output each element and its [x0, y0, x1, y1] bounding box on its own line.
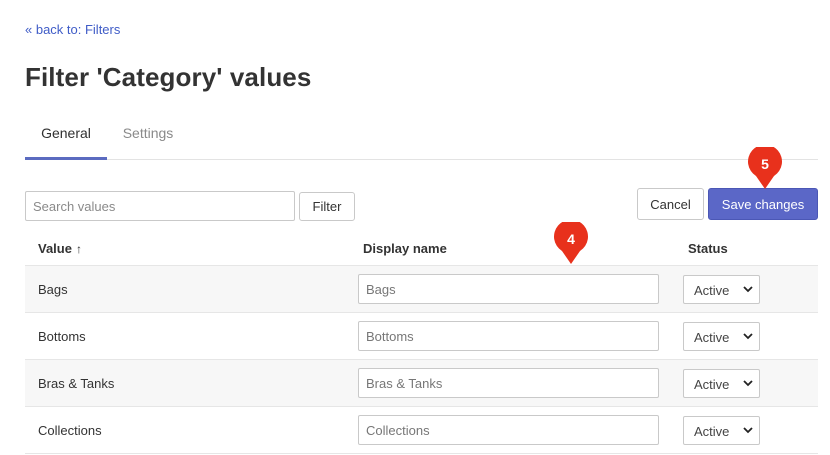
- status-select[interactable]: Active: [683, 369, 760, 398]
- save-changes-button[interactable]: Save changes: [708, 188, 818, 220]
- display-name-input[interactable]: [358, 321, 659, 351]
- display-name-input[interactable]: [358, 274, 659, 304]
- display-name-input[interactable]: [358, 415, 659, 445]
- tab-general[interactable]: General: [25, 112, 107, 160]
- value-cell: Bras & Tanks: [38, 376, 115, 391]
- status-select-value: Active: [694, 283, 730, 298]
- tab-settings[interactable]: Settings: [107, 112, 189, 160]
- status-select[interactable]: Active: [683, 416, 760, 445]
- table-header: Value ↑ Display name Status: [25, 230, 818, 266]
- step-marker-number: 5: [761, 156, 769, 172]
- status-select-value: Active: [694, 424, 730, 439]
- back-to-filters-link[interactable]: « back to: Filters: [25, 22, 120, 37]
- step-marker-4: 4: [553, 219, 589, 264]
- sort-ascending-icon: ↑: [75, 242, 82, 256]
- table-row: Bags Active: [25, 266, 818, 313]
- values-table: Value↑ Display name Status Bags Active B…: [25, 230, 818, 454]
- page-title: Filter 'Category' values: [25, 62, 312, 92]
- step-marker-5: 5: [747, 144, 783, 189]
- tab-bar: General Settings: [25, 112, 818, 160]
- table-row: Bras & Tanks Active: [25, 360, 818, 407]
- column-header-value[interactable]: Value ↑: [38, 241, 82, 256]
- column-header-status: Status: [688, 241, 728, 256]
- status-select-value: Active: [694, 377, 730, 392]
- filter-button[interactable]: Filter: [299, 192, 355, 221]
- chevron-down-icon: [743, 427, 753, 434]
- value-cell: Bags: [38, 282, 68, 297]
- status-select[interactable]: Active: [683, 322, 760, 351]
- chevron-down-icon: [743, 333, 753, 340]
- search-values-input[interactable]: [25, 191, 295, 221]
- status-select-value: Active: [694, 330, 730, 345]
- chevron-down-icon: [743, 286, 753, 293]
- table-row: Collections Active: [25, 407, 818, 454]
- value-cell: Bottoms: [38, 329, 86, 344]
- column-header-display-name: Display name: [363, 241, 447, 256]
- column-header-value-label: Value: [38, 241, 72, 256]
- value-cell: Collections: [38, 423, 102, 438]
- status-select[interactable]: Active: [683, 275, 760, 304]
- cancel-button[interactable]: Cancel: [637, 188, 704, 220]
- step-marker-number: 4: [567, 231, 575, 247]
- display-name-input[interactable]: [358, 368, 659, 398]
- chevron-down-icon: [743, 380, 753, 387]
- table-row: Bottoms Active: [25, 313, 818, 360]
